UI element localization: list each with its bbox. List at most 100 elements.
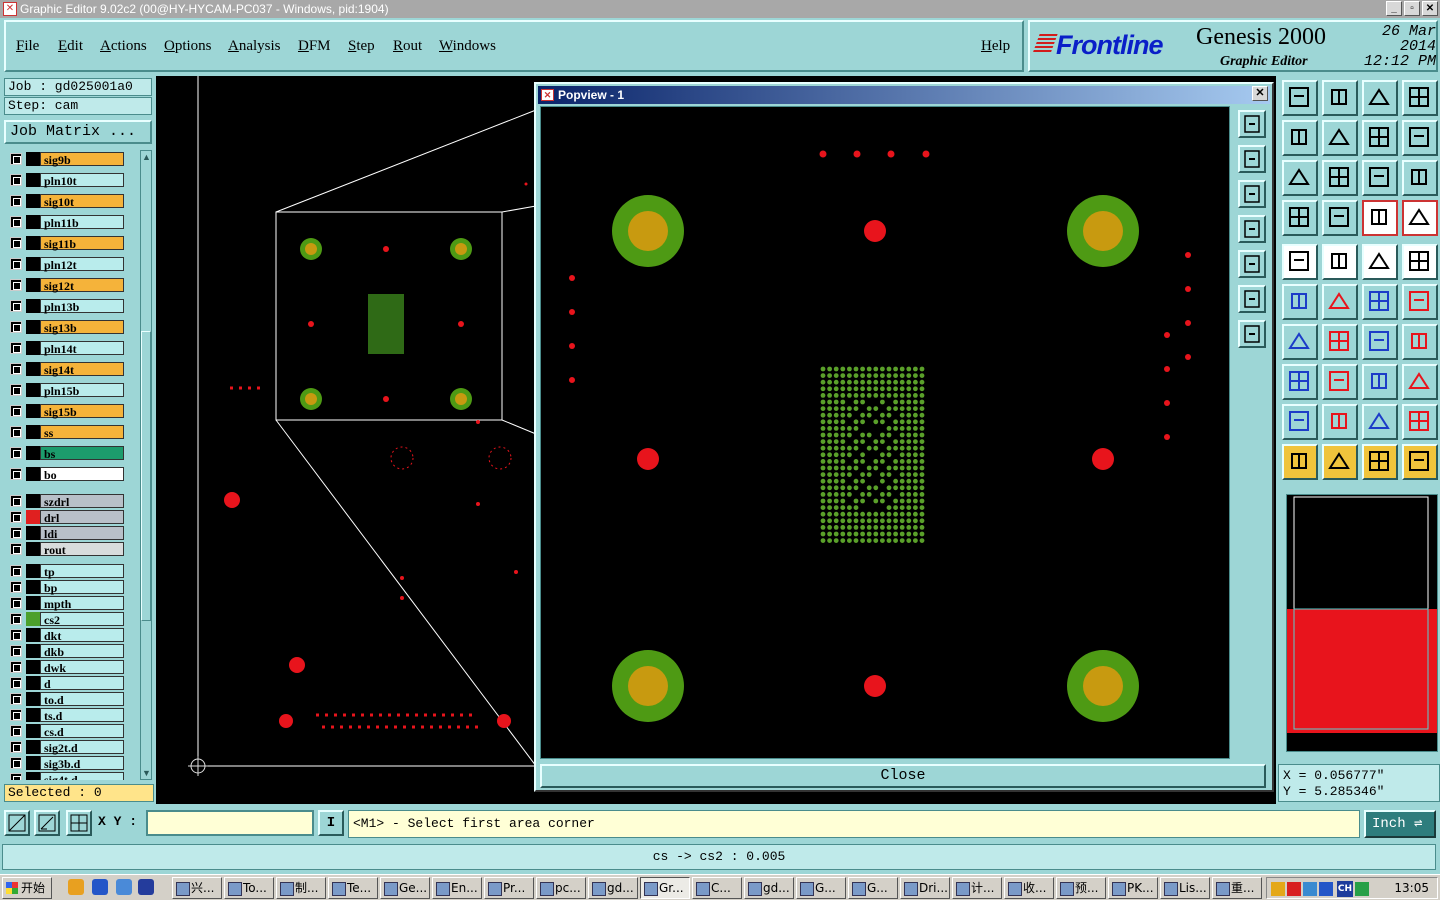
layer-name[interactable]: cs2 <box>40 612 124 627</box>
popview-tool-button[interactable] <box>1238 320 1266 348</box>
taskbar-button[interactable]: Gr... <box>640 877 690 899</box>
quicklaunch-icon-2[interactable] <box>92 879 108 895</box>
tool-button-r2-c1[interactable] <box>1322 160 1358 196</box>
layer-row[interactable]: bs <box>4 446 140 461</box>
taskbar-button[interactable]: 重... <box>1212 877 1262 899</box>
layer-color-swatch[interactable] <box>26 564 40 578</box>
layer-checkbox[interactable] <box>10 693 22 705</box>
taskbar-button[interactable]: Dri... <box>900 877 950 899</box>
layer-checkbox[interactable] <box>10 543 22 555</box>
tool-button-r8-c1[interactable] <box>1322 404 1358 440</box>
layer-name[interactable]: dkt <box>40 628 124 643</box>
layer-row[interactable]: drl <box>4 510 140 525</box>
layer-checkbox[interactable] <box>10 279 22 291</box>
layer-color-swatch[interactable] <box>26 644 40 658</box>
layer-name[interactable]: ldi <box>40 526 124 541</box>
layer-color-swatch[interactable] <box>26 526 40 540</box>
layer-row[interactable]: pln14t <box>4 341 140 356</box>
layer-color-swatch[interactable] <box>26 628 40 642</box>
layer-name[interactable]: sig12t <box>40 278 124 293</box>
popview-tool-button[interactable] <box>1238 180 1266 208</box>
layer-color-swatch[interactable] <box>26 278 40 292</box>
taskbar-button[interactable]: 收... <box>1004 877 1054 899</box>
tool-button-r3-c3[interactable] <box>1402 200 1438 236</box>
layer-row[interactable]: dkb <box>4 644 140 659</box>
scroll-down-icon[interactable]: ▼ <box>142 768 151 778</box>
layer-checkbox[interactable] <box>10 300 22 312</box>
tool-button-r2-c3[interactable] <box>1402 160 1438 196</box>
layer-color-swatch[interactable] <box>26 510 40 524</box>
layer-name[interactable]: dwk <box>40 660 124 675</box>
layer-row[interactable]: ss <box>4 425 140 440</box>
layer-row[interactable]: dwk <box>4 660 140 675</box>
taskbar-button[interactable]: Pr... <box>484 877 534 899</box>
layer-row[interactable]: to.d <box>4 692 140 707</box>
tool-button-r8-c2[interactable] <box>1362 404 1398 440</box>
close-window-button[interactable]: ✕ <box>1422 1 1438 16</box>
layer-row[interactable]: sig3b.d <box>4 756 140 771</box>
tool-button-r3-c2[interactable] <box>1362 200 1398 236</box>
popview-close-x-button[interactable]: ✕ <box>1252 86 1268 101</box>
taskbar-button[interactable]: C... <box>692 877 742 899</box>
menu-windows[interactable]: Windows <box>439 38 496 55</box>
layer-checkbox[interactable] <box>10 216 22 228</box>
layer-color-swatch[interactable] <box>26 708 40 722</box>
layer-color-swatch[interactable] <box>26 467 40 481</box>
tool-button-r5-c0[interactable] <box>1282 284 1318 320</box>
popview-tool-button[interactable] <box>1238 215 1266 243</box>
tool-button-r9-c0[interactable] <box>1282 444 1318 480</box>
taskbar-button[interactable]: G... <box>848 877 898 899</box>
layer-row[interactable]: sig2t.d <box>4 740 140 755</box>
menu-actions[interactable]: Actions <box>100 38 147 55</box>
tool-button-r9-c2[interactable] <box>1362 444 1398 480</box>
tray-icon-2[interactable] <box>1287 882 1301 896</box>
snap-grid-button[interactable] <box>66 810 92 836</box>
tool-button-r7-c0[interactable] <box>1282 364 1318 400</box>
tool-button-r7-c3[interactable] <box>1402 364 1438 400</box>
layer-checkbox[interactable] <box>10 773 22 780</box>
tool-button-r1-c2[interactable] <box>1362 120 1398 156</box>
layer-row[interactable]: cs2 <box>4 612 140 627</box>
tool-button-r3-c1[interactable] <box>1322 200 1358 236</box>
layer-row[interactable]: szdrl <box>4 494 140 509</box>
tool-button-r0-c3[interactable] <box>1402 80 1438 116</box>
tool-button-r9-c1[interactable] <box>1322 444 1358 480</box>
tool-button-r7-c2[interactable] <box>1362 364 1398 400</box>
layer-color-swatch[interactable] <box>26 425 40 439</box>
popview-titlebar[interactable]: ✕ Popview - 1 <box>538 86 1270 104</box>
popview-canvas[interactable] <box>540 106 1230 759</box>
layer-color-swatch[interactable] <box>26 236 40 250</box>
tool-button-r5-c2[interactable] <box>1362 284 1398 320</box>
layer-name[interactable]: szdrl <box>40 494 124 509</box>
layer-checkbox[interactable] <box>10 321 22 333</box>
layer-color-swatch[interactable] <box>26 612 40 626</box>
layer-checkbox[interactable] <box>10 426 22 438</box>
layer-name[interactable]: sig15b <box>40 404 124 419</box>
menu-analysis[interactable]: Analysis <box>228 38 281 55</box>
popview-tool-button[interactable] <box>1238 145 1266 173</box>
layer-color-swatch[interactable] <box>26 660 40 674</box>
layer-row[interactable]: sig12t <box>4 278 140 293</box>
taskbar-button[interactable]: En... <box>432 877 482 899</box>
layer-name[interactable]: sig3b.d <box>40 756 124 771</box>
layer-checkbox[interactable] <box>10 677 22 689</box>
tool-button-r5-c3[interactable] <box>1402 284 1438 320</box>
tool-button-r0-c2[interactable] <box>1362 80 1398 116</box>
layer-checkbox[interactable] <box>10 597 22 609</box>
layer-color-swatch[interactable] <box>26 446 40 460</box>
tray-icon-5[interactable] <box>1355 882 1369 896</box>
layer-color-swatch[interactable] <box>26 257 40 271</box>
layer-name[interactable]: sig9b <box>40 152 124 167</box>
layer-row[interactable]: pln15b <box>4 383 140 398</box>
layer-color-swatch[interactable] <box>26 692 40 706</box>
layer-row[interactable]: pln11b <box>4 215 140 230</box>
layer-checkbox[interactable] <box>10 495 22 507</box>
tool-button-r8-c0[interactable] <box>1282 404 1318 440</box>
taskbar-button[interactable]: PK... <box>1108 877 1158 899</box>
tool-button-r9-c3[interactable] <box>1402 444 1438 480</box>
layer-color-swatch[interactable] <box>26 740 40 754</box>
scroll-up-icon[interactable]: ▲ <box>142 152 151 162</box>
taskbar-button[interactable]: 制... <box>276 877 326 899</box>
menu-file[interactable]: File <box>16 38 39 55</box>
tool-button-r1-c0[interactable] <box>1282 120 1318 156</box>
